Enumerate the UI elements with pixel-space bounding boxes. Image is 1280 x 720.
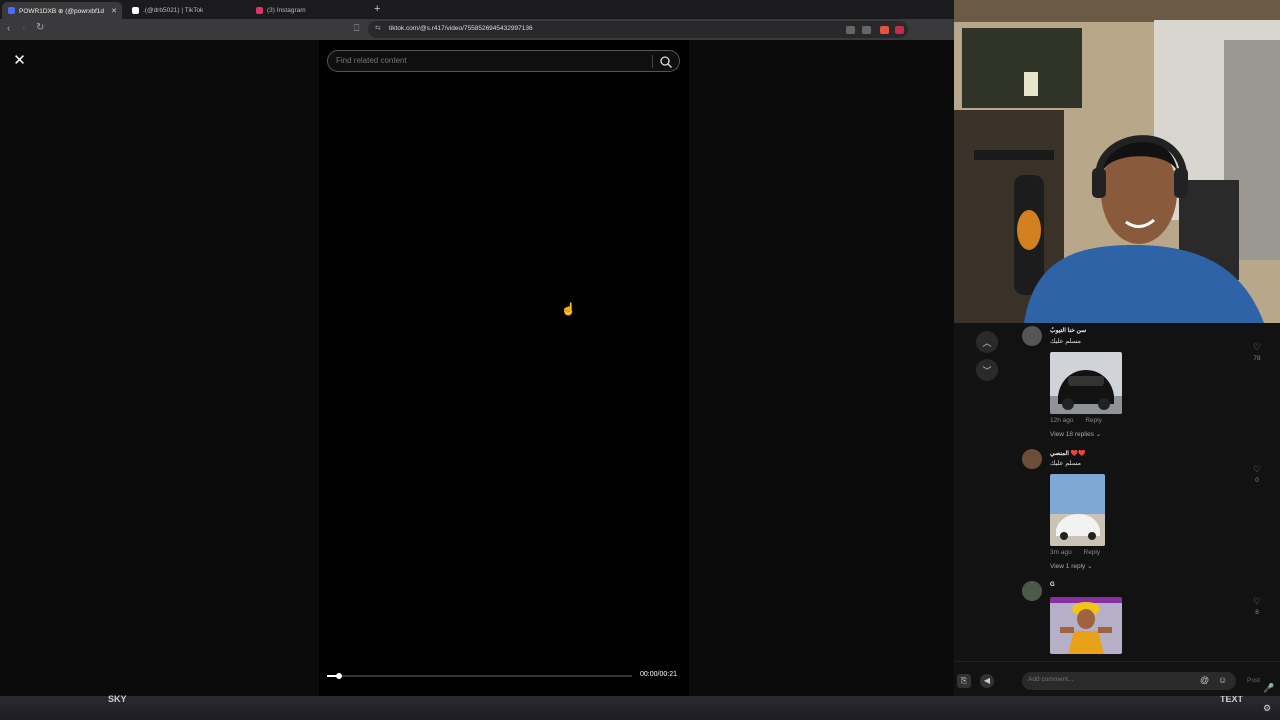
site-info-icon[interactable]: ⇆ <box>375 24 381 32</box>
tab-label: .(@drb5021) | TikTok <box>143 7 204 14</box>
brave-rewards-icon[interactable] <box>895 26 904 34</box>
forward-icon[interactable]: › <box>22 23 25 34</box>
search-icon[interactable] <box>659 55 673 69</box>
previous-video-button[interactable]: ︿ <box>976 331 998 353</box>
heart-icon: ♡ <box>1252 464 1262 474</box>
comment-composer: ⎘ ◀ @ ☺ Post <box>954 661 1280 696</box>
address-bar[interactable]: ⇆ tiktok.com/@s.r417/video/7558526945432… <box>368 21 908 38</box>
comment-username[interactable]: سن خنا التيوبُ <box>1050 327 1086 334</box>
avatar[interactable] <box>1022 326 1042 346</box>
video-player[interactable]: ☝ 00:00/00:21 <box>319 40 689 696</box>
tab-label: POWR1DXB ⊕ (@powrxbf1d <box>19 7 105 15</box>
heart-icon: ♡ <box>1252 342 1262 352</box>
view-replies-label: View 1 reply <box>1050 563 1086 570</box>
back-icon[interactable]: ‹ <box>7 23 10 34</box>
progress-bar[interactable] <box>327 673 632 679</box>
comment-meta: 3m ago Reply <box>1050 549 1110 556</box>
browser-tab-bar: POWR1DXB ⊕ (@powrxbf1d ✕ .(@drb5021) | T… <box>0 0 954 19</box>
tab-powr[interactable]: POWR1DXB ⊕ (@powrxbf1d ✕ <box>2 2 122 19</box>
volume-icon[interactable]: ◀ <box>980 674 994 688</box>
like-button[interactable]: ♡ 0 <box>1247 459 1267 484</box>
cast-icon[interactable] <box>862 26 871 34</box>
reply-button[interactable]: Reply <box>1084 549 1101 556</box>
comment-time: 3m ago <box>1050 549 1072 556</box>
like-count: 78 <box>1253 355 1261 362</box>
settings-icon[interactable]: ⚙ <box>1263 703 1271 714</box>
close-tab-icon[interactable]: ✕ <box>111 7 117 15</box>
white-car-image <box>1050 474 1105 546</box>
comment-text: مسلم عليك <box>1050 338 1082 345</box>
like-count: 0 <box>1255 477 1259 484</box>
tab-drb5021[interactable]: .(@drb5021) | TikTok <box>126 2 244 19</box>
bookmark-icon[interactable]: ⎕ <box>354 23 359 34</box>
search-input[interactable] <box>336 56 646 65</box>
reply-button[interactable]: Reply <box>1085 417 1102 424</box>
comment-username[interactable]: المنصي ❤️❤️ <box>1050 450 1086 457</box>
divider <box>652 55 653 68</box>
chevron-down-icon: ⌄ <box>1095 431 1102 438</box>
taskbar <box>0 696 1280 720</box>
tiktok-video-page: ✕ ☝ 00:00/00:21 <box>0 40 954 696</box>
microphone-icon[interactable]: 🎤 <box>1263 683 1274 694</box>
sticker-image <box>1050 597 1122 654</box>
comment-input[interactable] <box>1028 676 1178 683</box>
tab-label: (3) Instagram <box>267 7 306 14</box>
emoji-icon[interactable]: ☺ <box>1218 675 1227 685</box>
mention-icon[interactable]: @ <box>1200 675 1209 685</box>
like-button[interactable]: ♡ 78 <box>1247 337 1267 362</box>
view-replies-label: View 18 replies <box>1050 431 1094 438</box>
time-display: 00:00/00:21 <box>640 671 677 678</box>
comments-panel: ︿ ﹀ سن خنا التيوبُ مسلم عليك 12h ago Rep… <box>954 323 1280 696</box>
brave-shield-icon[interactable] <box>880 26 889 34</box>
chevron-up-icon: ︿ <box>982 337 992 348</box>
browser-nav-bar: ‹ › ↻ ⎕ ⇆ tiktok.com/@s.r417/video/75585… <box>0 19 954 40</box>
new-tab-button[interactable]: + <box>374 3 380 15</box>
progress-knob[interactable] <box>336 673 343 679</box>
chevron-down-icon: ﹀ <box>982 365 992 376</box>
avatar[interactable] <box>1022 449 1042 469</box>
close-video-button[interactable]: ✕ <box>10 51 29 70</box>
reload-icon[interactable]: ↻ <box>36 22 44 33</box>
tab-instagram[interactable]: (3) Instagram <box>250 2 368 19</box>
heart-icon: ♡ <box>1252 596 1262 606</box>
url-text[interactable]: tiktok.com/@s.r417/video/755852694543299… <box>389 25 533 32</box>
next-video-button[interactable]: ﹀ <box>976 359 998 381</box>
comment-username[interactable]: G <box>1050 582 1055 588</box>
related-search-bar[interactable] <box>327 50 680 72</box>
comment-box[interactable]: @ ☺ <box>1022 672 1236 690</box>
like-count: 8 <box>1255 609 1259 616</box>
comment-image[interactable] <box>1050 597 1122 654</box>
view-replies-button[interactable]: View 1 reply ⌄ <box>1050 562 1093 570</box>
tiktok-favicon-icon <box>8 7 15 14</box>
view-replies-button[interactable]: View 18 replies ⌄ <box>1050 430 1101 438</box>
avatar[interactable] <box>1022 581 1042 601</box>
like-button[interactable]: ♡ 8 <box>1247 591 1267 616</box>
black-car-image <box>1050 352 1122 414</box>
comment-image[interactable] <box>1050 474 1105 546</box>
comment-meta: 12h ago Reply <box>1050 417 1112 424</box>
comment-time: 12h ago <box>1050 417 1074 424</box>
tiktok-favicon-icon <box>132 7 139 14</box>
comment-image[interactable] <box>1050 352 1122 414</box>
instagram-favicon-icon <box>256 7 263 14</box>
post-button[interactable]: Post <box>1247 677 1260 684</box>
hand-cursor-icon: ☝ <box>561 302 576 316</box>
chevron-down-icon: ⌄ <box>1087 563 1093 570</box>
taskbar-text-left: SKY <box>108 694 127 704</box>
report-icon[interactable]: ⎘ <box>957 674 971 688</box>
webcam-overlay <box>954 0 1280 323</box>
streamer-webcam-image <box>954 0 1280 323</box>
comment-text: مسلم عليك <box>1050 460 1082 467</box>
reader-icon[interactable] <box>846 26 855 34</box>
